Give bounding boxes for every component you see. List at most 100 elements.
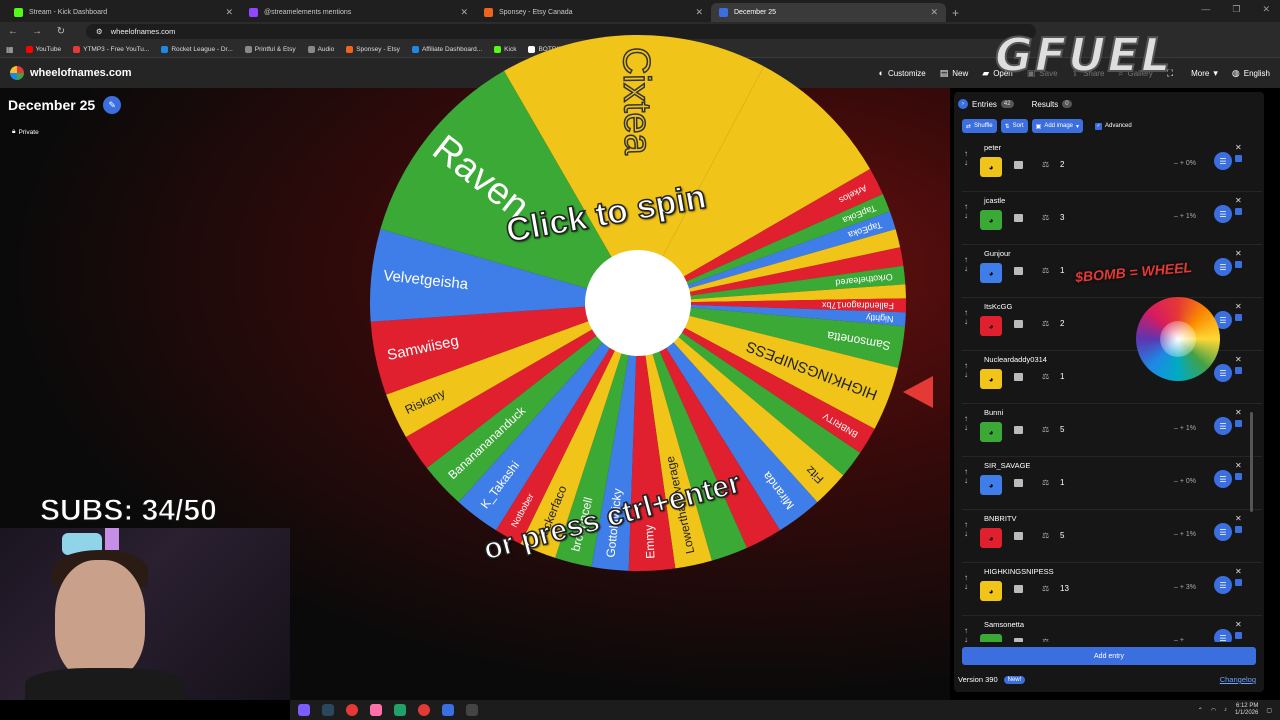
reorder-icon[interactable]: ↑ ↓ bbox=[964, 414, 968, 432]
bookmark-item[interactable]: Printful & Etsy bbox=[244, 45, 296, 53]
remove-entry-icon[interactable]: ✕ bbox=[1235, 461, 1242, 470]
entry-name[interactable]: peter bbox=[984, 143, 1001, 152]
browser-tab[interactable]: @streamelements mentions ✕ bbox=[241, 3, 476, 22]
entry-enabled-checkbox[interactable] bbox=[1235, 208, 1242, 215]
entry-image-icon[interactable] bbox=[1014, 426, 1023, 434]
remove-entry-icon[interactable]: ✕ bbox=[1235, 514, 1242, 523]
reorder-icon[interactable]: ↑ ↓ bbox=[964, 520, 968, 538]
close-window-icon[interactable]: ✕ bbox=[1262, 4, 1270, 15]
bookmark-item[interactable]: YTMP3 - Free YouTu... bbox=[73, 45, 149, 53]
minus-icon[interactable]: – bbox=[1174, 584, 1178, 591]
close-tab-icon[interactable]: ✕ bbox=[930, 7, 938, 18]
advanced-checkbox[interactable]: ✓ bbox=[1095, 122, 1103, 130]
entry-image-icon[interactable] bbox=[1014, 267, 1023, 275]
close-tab-icon[interactable]: ✕ bbox=[460, 7, 468, 18]
entry-color-button[interactable]: ◕ bbox=[980, 263, 1002, 283]
entry-weight[interactable]: 2 bbox=[1060, 319, 1064, 328]
browser-tab[interactable]: Stream - Kick Dashboard ✕ bbox=[6, 3, 241, 22]
apps-icon[interactable]: ▦ bbox=[6, 45, 14, 54]
entry-color-button[interactable]: ◕ bbox=[980, 210, 1002, 230]
site-logo[interactable]: wheelofnames.com bbox=[10, 66, 131, 80]
minimize-icon[interactable]: — bbox=[1201, 4, 1210, 15]
entry-color-button[interactable]: ◕ bbox=[980, 634, 1002, 642]
entry-name[interactable]: Samsonetta bbox=[984, 620, 1024, 629]
plus-icon[interactable]: + bbox=[1180, 160, 1184, 167]
entry-image-icon[interactable] bbox=[1014, 373, 1023, 381]
entry-name[interactable]: SIR_SAVAGE bbox=[984, 461, 1030, 470]
entry-weight[interactable]: 5 bbox=[1060, 531, 1064, 540]
entry-color-button[interactable]: ◕ bbox=[980, 316, 1002, 336]
minus-icon[interactable]: – bbox=[1174, 425, 1178, 432]
remove-entry-icon[interactable]: ✕ bbox=[1235, 620, 1242, 629]
entry-weight[interactable]: 1 bbox=[1060, 478, 1064, 487]
entry-enabled-checkbox[interactable] bbox=[1235, 579, 1242, 586]
entry-settings-button[interactable]: ☰ bbox=[1214, 470, 1232, 488]
entry-settings-button[interactable]: ☰ bbox=[1214, 629, 1232, 642]
bookmark-item[interactable]: Audio bbox=[307, 45, 334, 53]
entry-settings-button[interactable]: ☰ bbox=[1214, 523, 1232, 541]
close-tab-icon[interactable]: ✕ bbox=[695, 7, 703, 18]
tab-entries[interactable]: › Entries 42 bbox=[954, 96, 1018, 112]
terminal-icon[interactable] bbox=[466, 704, 478, 716]
reorder-icon[interactable]: ↑ ↓ bbox=[964, 573, 968, 591]
minus-icon[interactable]: – bbox=[1174, 160, 1178, 167]
nav-english-button[interactable]: ◍ English bbox=[1232, 68, 1270, 79]
site-info-icon[interactable]: ⚙ bbox=[96, 27, 103, 36]
new-tab-icon[interactable]: + bbox=[952, 3, 959, 22]
entry-name[interactable]: Gunjour bbox=[984, 249, 1011, 258]
entry-enabled-checkbox[interactable] bbox=[1235, 314, 1242, 321]
entry-enabled-checkbox[interactable] bbox=[1235, 155, 1242, 162]
entry-enabled-checkbox[interactable] bbox=[1235, 473, 1242, 480]
entry-enabled-checkbox[interactable] bbox=[1235, 367, 1242, 374]
entry-weight[interactable]: 1 bbox=[1060, 372, 1064, 381]
plus-icon[interactable]: + bbox=[1180, 425, 1184, 432]
entry-color-button[interactable]: ◕ bbox=[980, 369, 1002, 389]
clock[interactable]: 6:12 PM 1/1/2026 bbox=[1235, 703, 1258, 717]
remove-entry-icon[interactable]: ✕ bbox=[1235, 196, 1242, 205]
app-icon[interactable] bbox=[442, 704, 454, 716]
entry-image-icon[interactable] bbox=[1014, 214, 1023, 222]
bookmark-item[interactable]: Rocket League - Dr... bbox=[161, 45, 233, 53]
collapse-icon[interactable]: › bbox=[958, 99, 968, 109]
entry-enabled-checkbox[interactable] bbox=[1235, 526, 1242, 533]
entry-enabled-checkbox[interactable] bbox=[1235, 420, 1242, 427]
entry-color-button[interactable]: ◕ bbox=[980, 157, 1002, 177]
app-icon[interactable] bbox=[370, 704, 382, 716]
reorder-icon[interactable]: ↑ ↓ bbox=[964, 361, 968, 379]
entry-settings-button[interactable]: ☰ bbox=[1214, 258, 1232, 276]
close-tab-icon[interactable]: ✕ bbox=[225, 7, 233, 18]
remove-entry-icon[interactable]: ✕ bbox=[1235, 302, 1242, 311]
remove-entry-icon[interactable]: ✕ bbox=[1235, 249, 1242, 258]
nav-more-button[interactable]: More ▾ bbox=[1191, 68, 1218, 79]
reorder-icon[interactable]: ↑ ↓ bbox=[964, 149, 968, 167]
entry-color-button[interactable]: ◕ bbox=[980, 581, 1002, 601]
nav-new-button[interactable]: ▤ New bbox=[940, 68, 969, 79]
entry-weight[interactable]: 3 bbox=[1060, 213, 1064, 222]
minus-icon[interactable]: – bbox=[1174, 478, 1178, 485]
reorder-icon[interactable]: ↑ ↓ bbox=[964, 626, 968, 642]
plus-icon[interactable]: + bbox=[1180, 531, 1184, 538]
notification-icon[interactable]: ▢ bbox=[1266, 707, 1272, 714]
entry-color-button[interactable]: ◕ bbox=[980, 475, 1002, 495]
entry-image-icon[interactable] bbox=[1014, 320, 1023, 328]
entry-name[interactable]: HIGHKINGSNIPESS bbox=[984, 567, 1054, 576]
steam-icon[interactable] bbox=[322, 704, 334, 716]
reorder-icon[interactable]: ↑ ↓ bbox=[964, 202, 968, 220]
add-image-button[interactable]: ▣ Add image ▾ bbox=[1031, 119, 1084, 133]
entry-color-button[interactable]: ◕ bbox=[980, 528, 1002, 548]
wheel-center[interactable] bbox=[585, 250, 691, 356]
sort-button[interactable]: ⇅ Sort bbox=[1000, 119, 1028, 133]
remove-entry-icon[interactable]: ✕ bbox=[1235, 355, 1242, 364]
obs-icon[interactable] bbox=[346, 704, 358, 716]
browser-tab[interactable]: December 25 ✕ bbox=[711, 3, 946, 22]
forward-icon[interactable]: → bbox=[32, 26, 42, 37]
entry-enabled-checkbox[interactable] bbox=[1235, 261, 1242, 268]
entry-image-icon[interactable] bbox=[1014, 585, 1023, 593]
app-icon[interactable] bbox=[394, 704, 406, 716]
entry-settings-button[interactable]: ☰ bbox=[1214, 576, 1232, 594]
shuffle-button[interactable]: ⇄ Shuffle bbox=[962, 119, 997, 133]
entry-enabled-checkbox[interactable] bbox=[1235, 632, 1242, 639]
entry-image-icon[interactable] bbox=[1014, 532, 1023, 540]
wifi-icon[interactable]: ◠ bbox=[1211, 707, 1216, 714]
entry-name[interactable]: Bunni bbox=[984, 408, 1003, 417]
